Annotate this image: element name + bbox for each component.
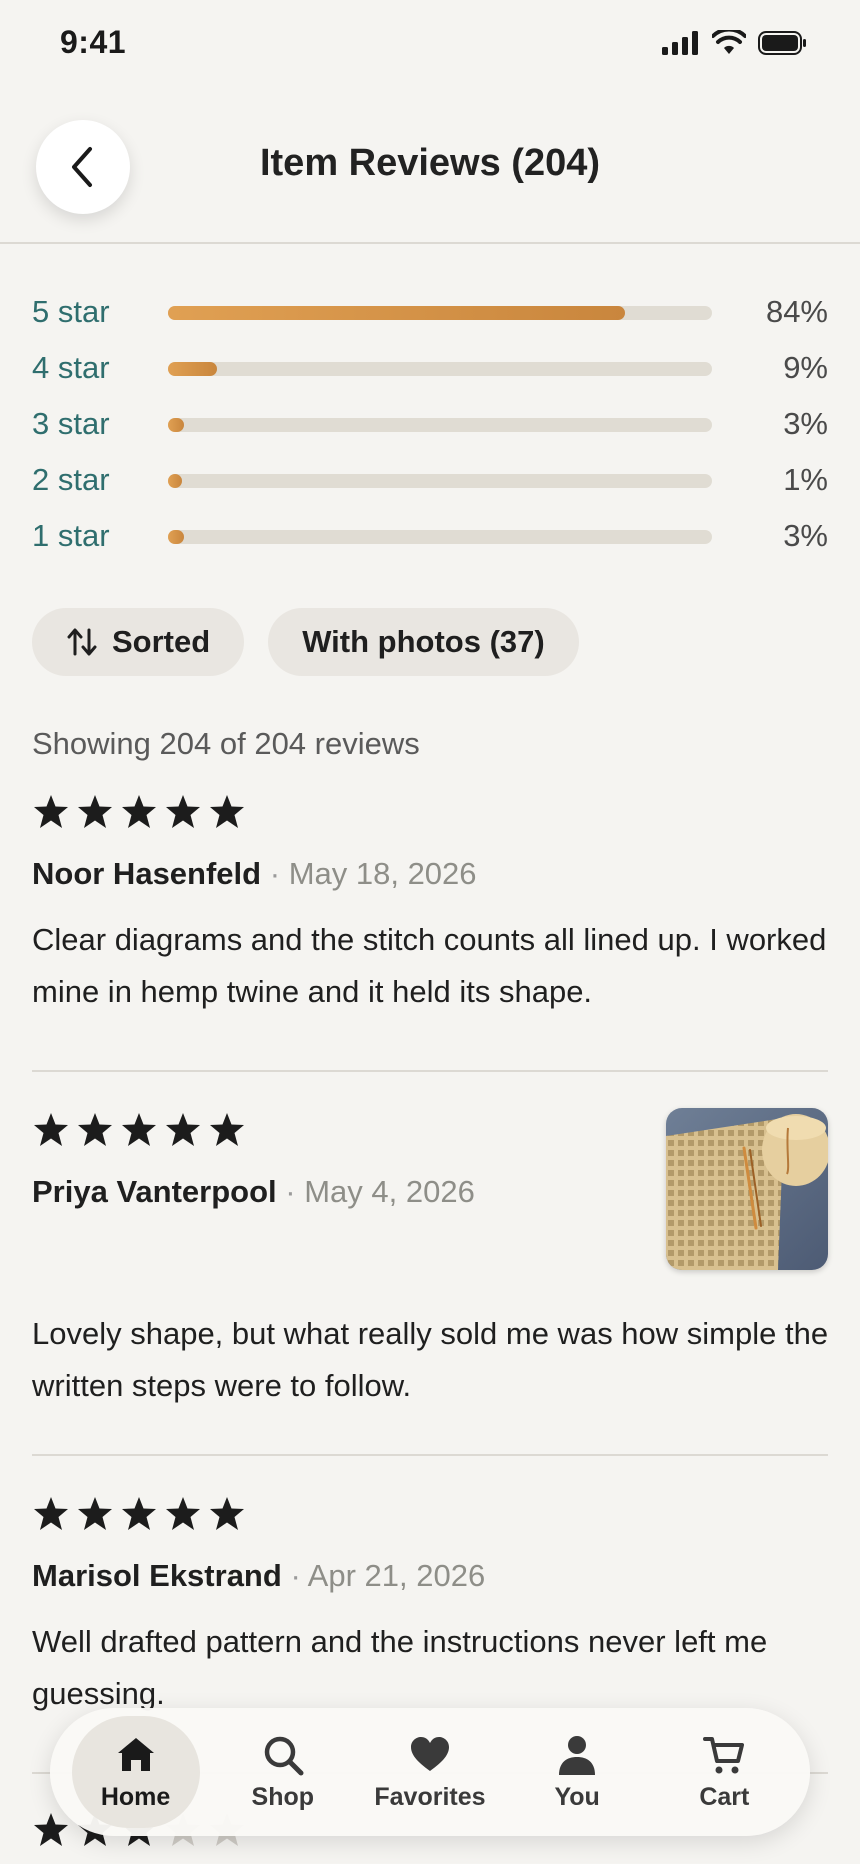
review-item: Priya Vanterpool · May 4, 2026 Lovely sh… (32, 1072, 828, 1456)
rating-percent: 3% (783, 518, 828, 553)
nav-label: Favorites (374, 1782, 486, 1811)
star-icon (78, 1497, 112, 1530)
nav-home[interactable]: Home (71, 1716, 200, 1828)
star-rating (32, 790, 828, 834)
rating-percent: 3% (783, 406, 828, 441)
cart-icon (703, 1736, 745, 1773)
meta-separator: · (290, 1558, 301, 1593)
wifi-icon (712, 30, 746, 54)
crochet-photo-image (666, 1108, 828, 1270)
rating-row-4[interactable]: 4 star 9% (32, 346, 828, 402)
star-icon (78, 1113, 112, 1146)
nav-cart[interactable]: Cart (660, 1716, 788, 1828)
review-author[interactable]: Marisol Ekstrand (32, 1558, 282, 1593)
star-icon (122, 1113, 156, 1146)
rating-row-2[interactable]: 2 star 1% (32, 458, 828, 514)
star-icon (210, 1113, 244, 1146)
rating-label: 2 star (32, 462, 110, 497)
star-icon (122, 1497, 156, 1530)
rating-bar-track (168, 474, 712, 488)
header: Item Reviews (204) (0, 92, 860, 244)
star-icon (34, 1113, 68, 1146)
meta-separator: · (285, 1174, 296, 1209)
rating-label: 4 star (32, 350, 110, 385)
reviews-list: Noor Hasenfeld · May 18, 2026 Clear diag… (32, 790, 828, 1852)
signal-icon (662, 31, 698, 55)
review-text: Clear diagrams and the stitch counts all… (32, 922, 827, 1009)
status-icons (662, 30, 808, 56)
nav-label: Cart (699, 1782, 750, 1811)
home-icon (117, 1737, 154, 1771)
rating-row-5[interactable]: 5 star 84% (32, 290, 828, 346)
rating-row-3[interactable]: 3 star 3% (32, 402, 828, 458)
with-photos-chip-label: With photos (37) (302, 624, 545, 659)
nav-shop[interactable]: Shop (219, 1716, 347, 1828)
sort-chip[interactable]: Sorted (32, 608, 245, 676)
rating-bar-track (168, 362, 712, 376)
meta-separator: · (269, 856, 281, 891)
rating-percent: 1% (783, 462, 828, 497)
rating-bar-track (168, 418, 712, 432)
page-title: Item Reviews (204) (259, 142, 601, 184)
review-date: Apr 21, 2026 (307, 1558, 486, 1593)
nav-label: Shop (251, 1782, 315, 1811)
nav-favorites[interactable]: Favorites (366, 1716, 494, 1828)
rating-breakdown: 5 star 84% 4 star 9% 3 star 3% 2 star 1%… (32, 290, 828, 570)
battery-icon (758, 31, 806, 55)
rating-label: 5 star (32, 294, 110, 329)
star-icon (34, 1497, 68, 1530)
review-author[interactable]: Priya Vanterpool (32, 1174, 277, 1209)
rating-label: 1 star (32, 518, 110, 553)
star-icon (210, 795, 244, 828)
rating-bar-fill (168, 362, 217, 376)
star-icon (78, 795, 112, 828)
rating-bar-fill (168, 306, 625, 320)
rating-percent: 84% (765, 294, 828, 329)
review-text: Well drafted pattern and the instruction… (32, 1624, 768, 1711)
nav-you[interactable]: You (513, 1716, 641, 1828)
star-rating (32, 1492, 828, 1536)
person-icon (559, 1735, 596, 1775)
review-item: Noor Hasenfeld · May 18, 2026 Clear diag… (32, 790, 828, 1072)
search-icon (264, 1736, 304, 1775)
status-bar: 9:41 (0, 0, 860, 92)
sort-arrows-icon (67, 628, 97, 656)
star-icon (166, 795, 200, 828)
sort-chip-label: Sorted (112, 624, 211, 659)
star-icon (166, 1113, 200, 1146)
star-icon (166, 1497, 200, 1530)
rating-label: 3 star (32, 406, 110, 441)
rating-bar-fill (168, 530, 185, 544)
review-date: May 18, 2026 (288, 856, 477, 891)
showing-count: Showing 204 of 204 reviews (32, 726, 420, 761)
rating-bar-track (168, 306, 712, 320)
rating-bar-fill (168, 474, 182, 488)
status-time: 9:41 (60, 24, 127, 60)
review-author[interactable]: Noor Hasenfeld (32, 856, 261, 891)
reviews-screen: 9:41 Item Reviews (204) 5 star 84% 4 sta… (0, 0, 860, 1864)
nav-label: Home (100, 1782, 171, 1811)
star-icon (122, 795, 156, 828)
rating-bar-fill (168, 418, 185, 432)
star-icon (210, 1497, 244, 1530)
review-meta: Marisol Ekstrand · Apr 21, 2026 (32, 1558, 828, 1594)
rating-row-1[interactable]: 1 star 3% (32, 514, 828, 570)
heart-icon (410, 1736, 449, 1771)
review-meta: Noor Hasenfeld · May 18, 2026 (32, 856, 828, 892)
rating-bar-track (168, 530, 712, 544)
rating-percent: 9% (783, 350, 828, 385)
star-icon (34, 1813, 68, 1846)
filter-chips: Sorted With photos (37) (32, 608, 579, 676)
review-photo[interactable] (666, 1108, 828, 1270)
with-photos-chip[interactable]: With photos (37) (268, 608, 579, 676)
star-icon (34, 795, 68, 828)
nav-label: You (554, 1782, 600, 1811)
review-date: May 4, 2026 (304, 1174, 475, 1209)
bottom-nav: Home Shop Favorites You Cart (50, 1708, 810, 1836)
review-text: Lovely shape, but what really sold me wa… (32, 1316, 829, 1403)
